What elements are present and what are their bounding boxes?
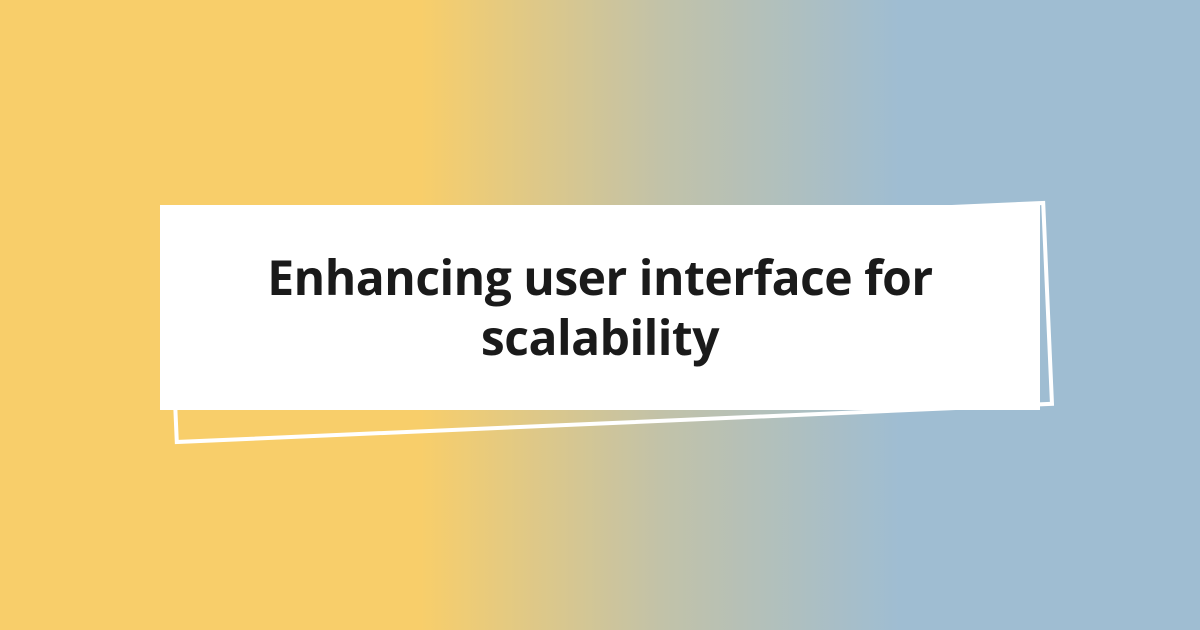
title-card: Enhancing user interface for scalability — [160, 205, 1040, 410]
title-text: Enhancing user interface for scalability — [220, 248, 980, 368]
title-stage: Enhancing user interface for scalability — [160, 205, 1040, 425]
